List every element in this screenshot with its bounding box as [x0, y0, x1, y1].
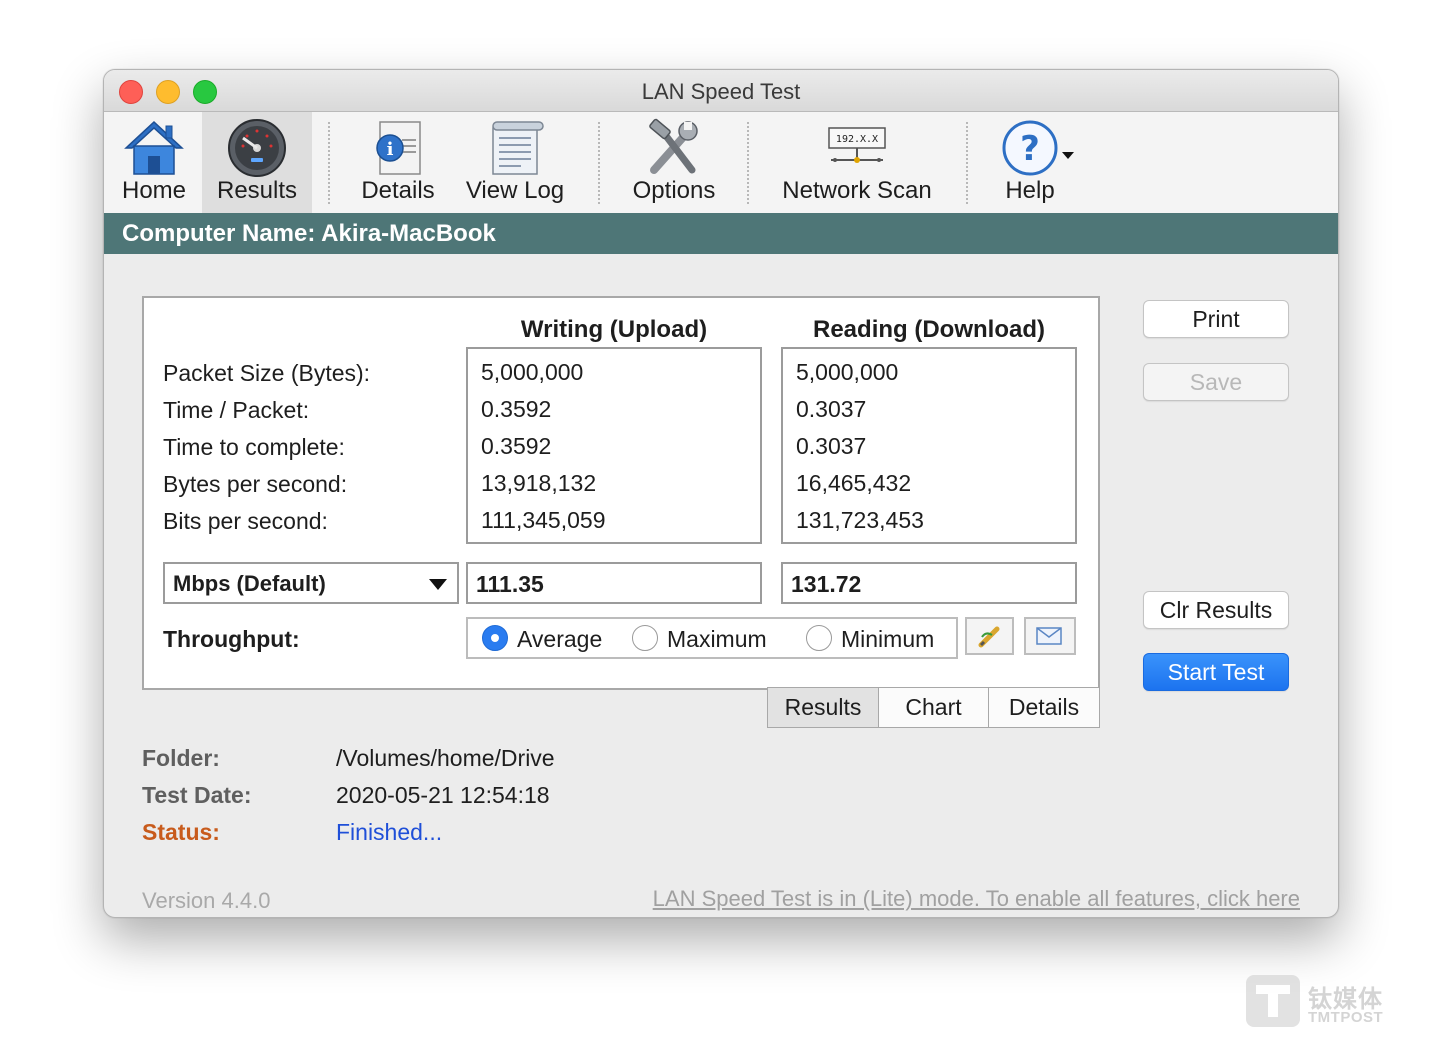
toolbar-home-button[interactable]: Home — [112, 112, 196, 213]
read-mbps-value: 131.72 — [791, 571, 862, 597]
write-mbps-field: 111.35 — [466, 562, 762, 604]
write-value: 0.3592 — [481, 433, 552, 459]
row-label: Bytes per second: — [163, 471, 348, 497]
lite-mode-link[interactable]: LAN Speed Test is in (Lite) mode. To ena… — [653, 886, 1300, 912]
svg-text:?: ? — [1020, 129, 1040, 169]
home-icon — [124, 120, 184, 175]
toolbar-separator — [747, 122, 749, 204]
toolbar-home-label: Home — [121, 177, 187, 204]
toolbar-options-label: Options — [632, 177, 716, 204]
folder-label: Folder: — [142, 745, 220, 771]
row-label: Time to complete: — [163, 434, 345, 460]
edit-button[interactable] — [965, 617, 1014, 655]
watermark-logo: 钛媒体 TMTPOST — [1246, 973, 1396, 1029]
read-value: 0.3037 — [796, 396, 867, 422]
status-value: Finished... — [336, 819, 443, 845]
read-column-header: Reading (Download) — [813, 316, 1045, 343]
svg-text:i: i — [387, 139, 394, 160]
radio-maximum[interactable]: Maximum — [632, 624, 782, 654]
row-label: Packet Size (Bytes): — [163, 360, 371, 386]
print-button[interactable]: Print — [1143, 300, 1289, 338]
help-icon: ? — [1002, 120, 1058, 176]
log-icon — [492, 121, 544, 175]
radio-average-label: Average — [517, 626, 603, 652]
unit-select-value: Mbps (Default) — [173, 571, 326, 596]
radio-dot — [806, 625, 832, 651]
read-mbps-field: 131.72 — [781, 562, 1077, 604]
row-label: Time / Packet: — [163, 397, 310, 423]
read-values-box: 5,000,000 0.3037 0.3037 16,465,432 131,7… — [781, 347, 1077, 544]
email-button[interactable] — [1024, 617, 1076, 655]
app-window: LAN Speed Test Home Results i Details Vi… — [103, 69, 1339, 918]
throughput-radio-group: Average Maximum Minimum — [466, 617, 958, 659]
test-date-value: 2020-05-21 12:54:18 — [336, 782, 550, 808]
tab-details[interactable]: Details — [988, 687, 1100, 728]
radio-minimum[interactable]: Minimum — [806, 624, 952, 654]
write-column-header: Writing (Upload) — [520, 316, 708, 343]
radio-average[interactable]: Average — [482, 624, 612, 654]
watermark-en: TMTPOST — [1308, 1009, 1384, 1026]
toolbar-separator — [966, 122, 968, 204]
write-value: 5,000,000 — [481, 359, 584, 385]
read-value: 131,723,453 — [796, 507, 924, 533]
watermark-icon — [1246, 975, 1300, 1027]
network-scan-icon: 192.X.X — [828, 127, 886, 163]
toolbar-separator — [598, 122, 600, 204]
read-value: 0.3037 — [796, 433, 867, 459]
write-values-box: 5,000,000 0.3592 0.3592 13,918,132 111,3… — [466, 347, 762, 544]
toolbar-results-label: Results — [216, 177, 298, 204]
write-value: 111,345,059 — [481, 507, 606, 533]
toolbar-options-button[interactable]: Options — [620, 112, 728, 213]
toolbar-view-log-label: View Log — [465, 177, 565, 204]
tab-chart[interactable]: Chart — [878, 687, 989, 728]
version-text: Version 4.4.0 — [142, 888, 271, 913]
mail-icon — [1036, 627, 1062, 645]
toolbar-view-log-button[interactable]: View Log — [458, 112, 572, 213]
toolbar-network-scan-button[interactable]: 192.X.X Network Scan — [772, 112, 942, 213]
tools-icon — [649, 118, 698, 174]
read-value: 16,465,432 — [796, 470, 912, 496]
toolbar-separator — [328, 122, 330, 204]
toolbar-results-button[interactable]: Results — [202, 112, 312, 213]
radio-minimum-label: Minimum — [841, 626, 935, 652]
write-value: 13,918,132 — [481, 470, 597, 496]
throughput-label: Throughput: — [163, 626, 300, 652]
speedometer-icon — [228, 119, 286, 177]
toolbar-details-label: Details — [361, 177, 435, 204]
tab-results[interactable]: Results — [767, 687, 879, 728]
chevron-down-icon — [429, 579, 447, 590]
svg-text:192.X.X: 192.X.X — [836, 134, 878, 145]
toolbar-help-button[interactable]: ? Help — [984, 112, 1076, 213]
write-mbps-value: 111.35 — [476, 571, 544, 597]
write-value: 0.3592 — [481, 396, 552, 422]
toolbar-details-button[interactable]: i Details — [354, 112, 442, 213]
folder-value: /Volumes/home/Drive — [336, 745, 555, 771]
toolbar-help-label: Help — [1005, 177, 1055, 204]
row-label: Bits per second: — [163, 508, 328, 534]
details-icon: i — [376, 121, 421, 175]
radio-dot — [482, 625, 508, 651]
status-label: Status: — [142, 819, 220, 845]
test-date-label: Test Date: — [142, 782, 252, 808]
view-tabs: Results Chart Details — [767, 687, 1100, 728]
save-button[interactable]: Save — [1143, 363, 1289, 401]
radio-maximum-label: Maximum — [667, 626, 767, 652]
toolbar-network-scan-label: Network Scan — [782, 177, 932, 204]
title-bar: LAN Speed Test — [104, 70, 1338, 112]
computer-name-bar: Computer Name: Akira-MacBook — [104, 213, 1338, 254]
clear-results-button[interactable]: Clr Results — [1143, 591, 1289, 629]
toolbar: Home Results i Details View Log Options … — [104, 112, 1338, 213]
window-title: LAN Speed Test — [641, 79, 801, 104]
results-panel: Writing (Upload) Reading (Download) Pack… — [142, 296, 1100, 690]
radio-dot — [632, 625, 658, 651]
unit-select[interactable]: Mbps (Default) — [163, 562, 459, 604]
chevron-down-icon[interactable] — [1062, 152, 1074, 160]
pencil-icon — [978, 626, 1000, 648]
start-test-button[interactable]: Start Test — [1143, 653, 1289, 691]
read-value: 5,000,000 — [796, 359, 899, 385]
